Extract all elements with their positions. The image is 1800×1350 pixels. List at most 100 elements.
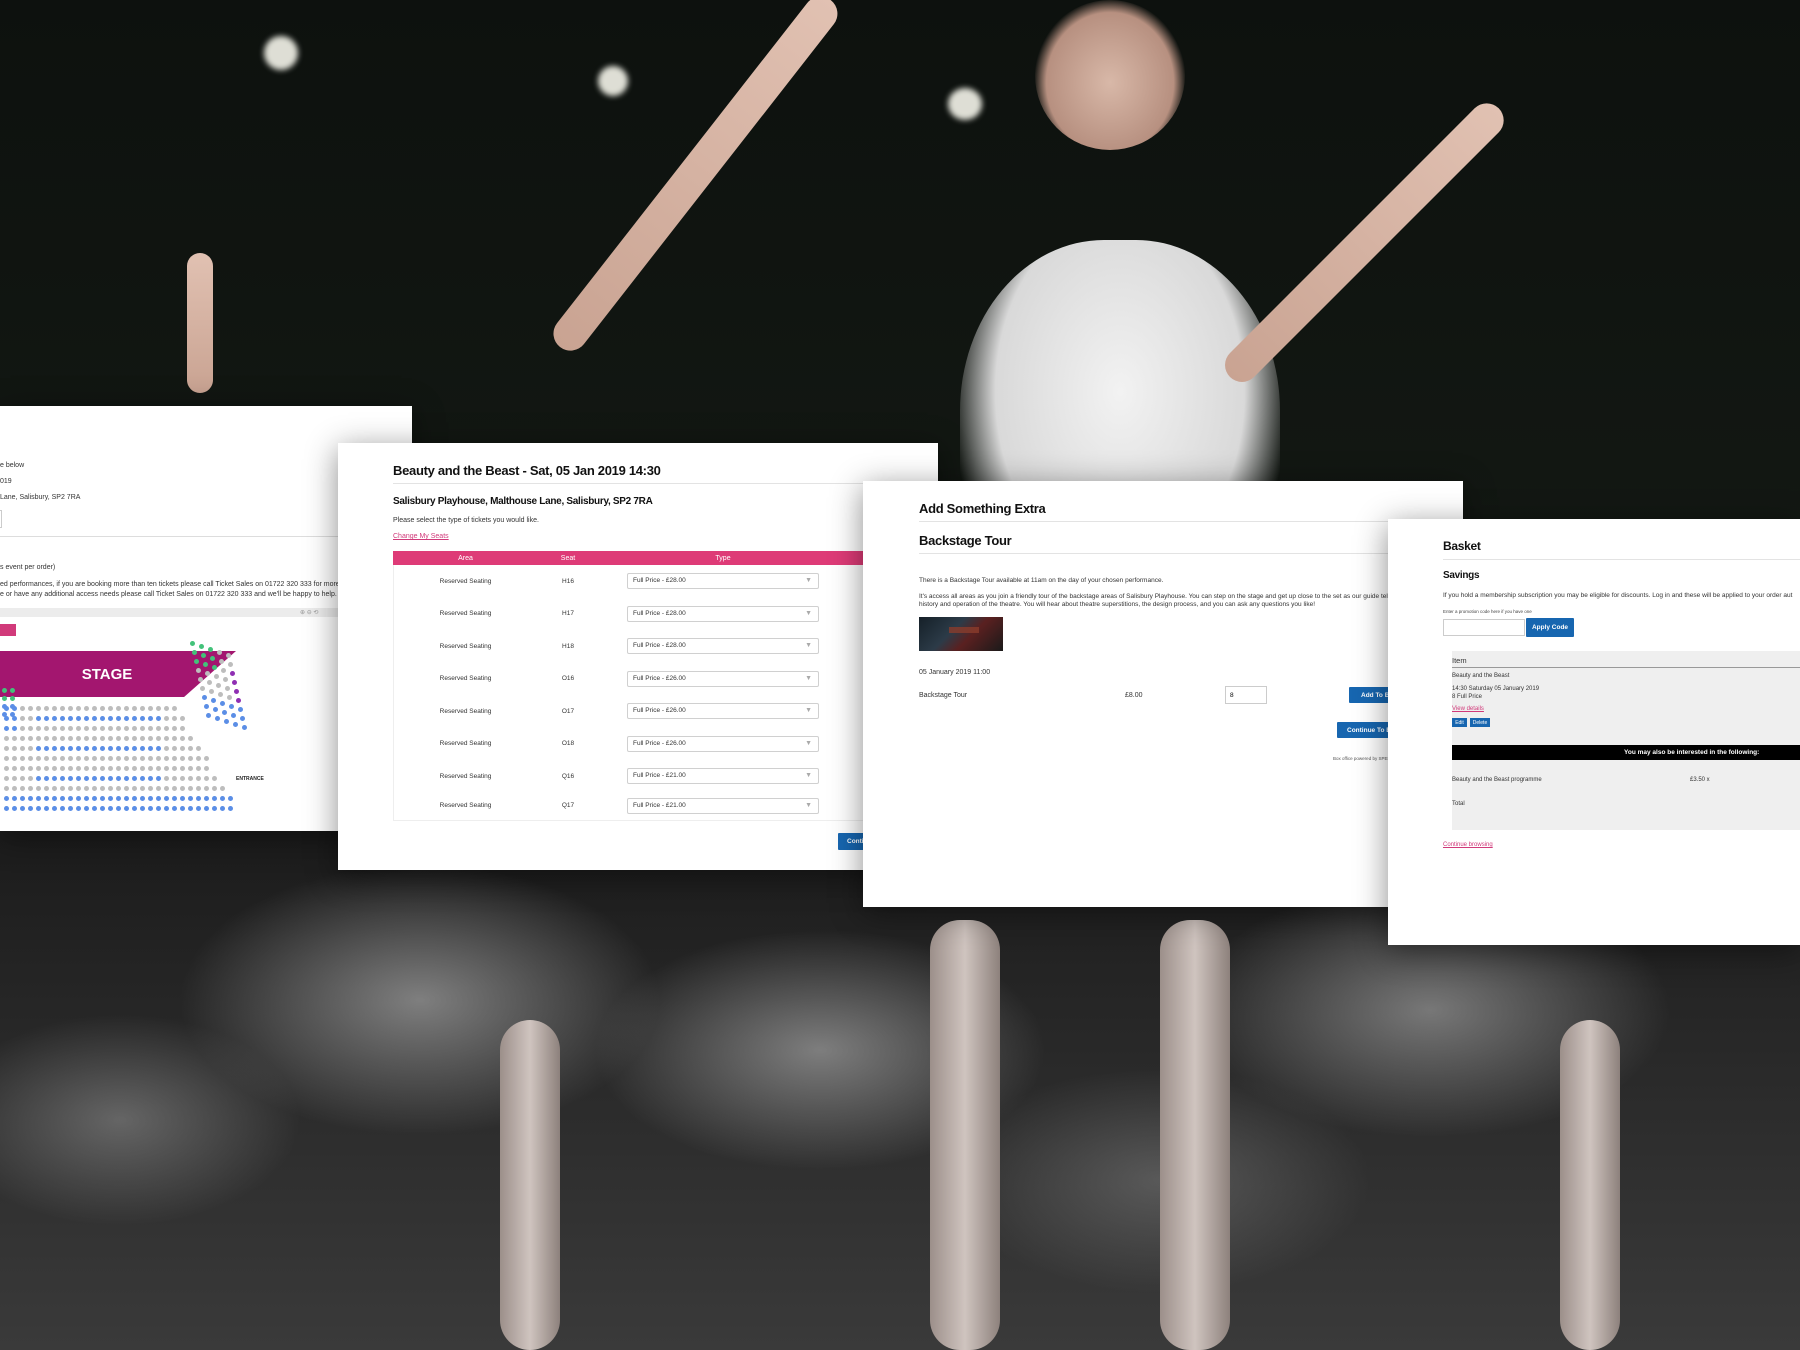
seat-dot[interactable] <box>100 786 105 791</box>
seat-dot[interactable] <box>140 796 145 801</box>
seat-dot[interactable] <box>116 776 121 781</box>
seat-dot[interactable] <box>204 704 209 709</box>
seat-dot[interactable] <box>218 692 223 697</box>
seat-dot[interactable] <box>28 726 33 731</box>
seat-dot[interactable] <box>92 766 97 771</box>
seat-dot[interactable] <box>10 704 15 709</box>
seat-dot[interactable] <box>224 719 229 724</box>
seat-dot[interactable] <box>200 686 205 691</box>
seat-dot[interactable] <box>180 726 185 731</box>
seat-dot[interactable] <box>188 746 193 751</box>
seat-dot[interactable] <box>60 756 65 761</box>
seat-dot[interactable] <box>238 707 243 712</box>
seat-dot[interactable] <box>84 706 89 711</box>
seat-dot[interactable] <box>140 756 145 761</box>
seat-dot[interactable] <box>76 746 81 751</box>
seat-dot[interactable] <box>36 726 41 731</box>
seat-dot[interactable] <box>44 726 49 731</box>
seat-dot[interactable] <box>2 688 7 693</box>
seat-dot[interactable] <box>36 716 41 721</box>
seat-dot[interactable] <box>132 736 137 741</box>
seat-dot[interactable] <box>44 716 49 721</box>
seat-dot[interactable] <box>28 736 33 741</box>
seat-dot[interactable] <box>92 796 97 801</box>
seat-dot[interactable] <box>4 746 9 751</box>
seat-dot[interactable] <box>204 796 209 801</box>
seat-dot[interactable] <box>68 756 73 761</box>
seat-dot[interactable] <box>76 766 81 771</box>
seat-dot[interactable] <box>216 683 221 688</box>
seat-dot[interactable] <box>192 650 197 655</box>
seat-dot[interactable] <box>68 706 73 711</box>
seat-dot[interactable] <box>140 716 145 721</box>
seat-dot[interactable] <box>132 786 137 791</box>
seat-dot[interactable] <box>132 806 137 811</box>
seat-dot[interactable] <box>68 746 73 751</box>
seat-dot[interactable] <box>204 766 209 771</box>
seat-dot[interactable] <box>100 746 105 751</box>
seat-dot[interactable] <box>212 806 217 811</box>
promo-code-input[interactable] <box>1443 619 1525 636</box>
select-edge[interactable] <box>0 510 2 528</box>
seat-dot[interactable] <box>215 716 220 721</box>
seat-dot[interactable] <box>4 796 9 801</box>
seat-dot[interactable] <box>92 806 97 811</box>
seat-dot[interactable] <box>232 680 237 685</box>
seat-dot[interactable] <box>172 736 177 741</box>
seat-dot[interactable] <box>12 776 17 781</box>
seat-dot[interactable] <box>140 806 145 811</box>
seat-dot[interactable] <box>148 796 153 801</box>
seat-dot[interactable] <box>52 776 57 781</box>
seat-dot[interactable] <box>68 716 73 721</box>
seat-dot[interactable] <box>140 746 145 751</box>
seat-dot[interactable] <box>4 736 9 741</box>
seat-dot[interactable] <box>156 806 161 811</box>
seat-dot[interactable] <box>108 746 113 751</box>
seat-dot[interactable] <box>108 766 113 771</box>
seat-dot[interactable] <box>60 776 65 781</box>
seat-dot[interactable] <box>4 776 9 781</box>
seat-dot[interactable] <box>100 766 105 771</box>
seat-dot[interactable] <box>28 796 33 801</box>
seat-dot[interactable] <box>140 726 145 731</box>
seat-dot[interactable] <box>188 736 193 741</box>
seat-dot[interactable] <box>124 806 129 811</box>
seat-dot[interactable] <box>52 806 57 811</box>
seat-dot[interactable] <box>36 776 41 781</box>
seat-dot[interactable] <box>203 662 208 667</box>
seat-dot[interactable] <box>188 756 193 761</box>
seat-dot[interactable] <box>164 716 169 721</box>
seat-dot[interactable] <box>140 736 145 741</box>
seat-dot[interactable] <box>68 726 73 731</box>
seat-dot[interactable] <box>12 766 17 771</box>
seat-dot[interactable] <box>116 746 121 751</box>
seat-dot[interactable] <box>140 766 145 771</box>
seat-dot[interactable] <box>100 726 105 731</box>
seat-dot[interactable] <box>108 806 113 811</box>
seat-dot[interactable] <box>4 786 9 791</box>
seat-dot[interactable] <box>2 704 7 709</box>
seat-dot[interactable] <box>242 725 247 730</box>
seat-dot[interactable] <box>92 786 97 791</box>
seat-dot[interactable] <box>10 688 15 693</box>
seat-dot[interactable] <box>217 650 222 655</box>
seat-dot[interactable] <box>209 689 214 694</box>
seat-dot[interactable] <box>84 716 89 721</box>
seat-dot[interactable] <box>116 806 121 811</box>
seat-dot[interactable] <box>36 756 41 761</box>
seat-dot[interactable] <box>172 806 177 811</box>
seat-dot[interactable] <box>108 736 113 741</box>
seat-dot[interactable] <box>84 796 89 801</box>
seat-dot[interactable] <box>180 736 185 741</box>
seat-dot[interactable] <box>68 786 73 791</box>
seat-dot[interactable] <box>36 706 41 711</box>
seat-dot[interactable] <box>225 686 230 691</box>
seat-dot[interactable] <box>28 716 33 721</box>
seat-dot[interactable] <box>100 706 105 711</box>
seat-dot[interactable] <box>180 776 185 781</box>
seat-dot[interactable] <box>28 776 33 781</box>
seat-dot[interactable] <box>20 766 25 771</box>
seat-dot[interactable] <box>148 756 153 761</box>
zoom-icon[interactable]: ⊕ ⊖ ⟲ <box>300 609 318 616</box>
seat-dot[interactable] <box>180 786 185 791</box>
